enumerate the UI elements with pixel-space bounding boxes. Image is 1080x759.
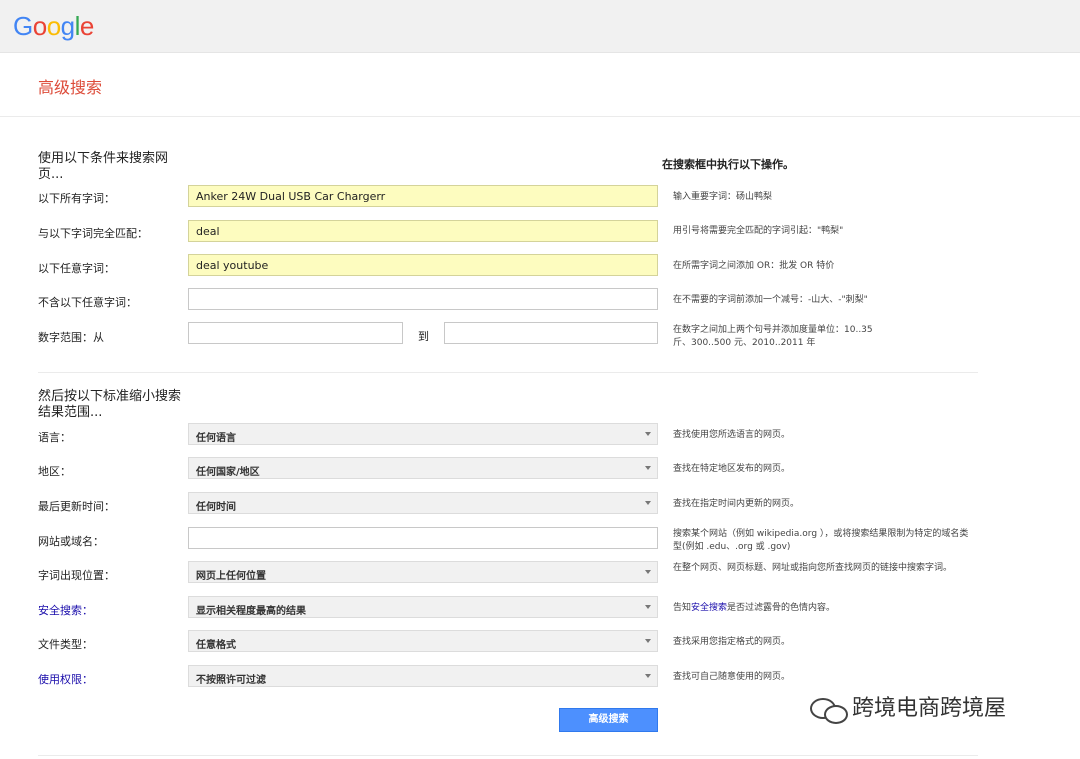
site-hint: 搜索某个网站（例如 wikipedia.org ），或将搜索结果限制为特定的域名…	[673, 529, 969, 552]
rights-select[interactable]: 不按照许可过滤	[188, 665, 658, 687]
position-label: 字词出现位置：	[38, 569, 115, 582]
filetype-hint: 查找采用您指定格式的网页。	[673, 637, 791, 647]
site-input[interactable]	[188, 527, 658, 549]
dropdown-arrow-icon	[645, 639, 651, 643]
safesearch-select[interactable]: 显示相关程度最高的结果	[188, 596, 658, 618]
position-select[interactable]: 网页上任何位置	[188, 561, 658, 583]
advanced-search-button[interactable]: 高级搜索	[559, 708, 658, 732]
any-words-input[interactable]	[188, 254, 658, 276]
any-words-label: 以下任意字词：	[38, 262, 115, 275]
safesearch-hint-post: 是否过滤露骨的色情内容。	[727, 603, 836, 613]
all-words-hint: 输入重要字词：砀山鸭梨	[673, 192, 773, 202]
all-words-input[interactable]	[188, 185, 658, 207]
region-select-value: 任何国家/地区	[196, 467, 260, 478]
exact-hint: 用引号将需要完全匹配的字词引起："鸭梨"	[673, 226, 844, 236]
range-to-input[interactable]	[444, 322, 658, 344]
wechat-icon	[808, 696, 848, 724]
safesearch-select-value: 显示相关程度最高的结果	[196, 606, 306, 617]
position-hint: 在整个网页、网页标题、网址或指向您所查找网页的链接中搜索字词。	[673, 563, 953, 573]
rights-hint: 查找可自己随意使用的网页。	[673, 672, 791, 682]
none-words-input[interactable]	[188, 288, 658, 310]
exact-label: 与以下字词完全匹配：	[38, 227, 148, 240]
dropdown-arrow-icon	[645, 674, 651, 678]
top-bar: Google	[0, 0, 1080, 53]
page-title: 高级搜索	[38, 78, 103, 97]
bottom-divider	[38, 755, 978, 756]
logo-letter: g	[60, 11, 75, 41]
region-hint: 查找在特定地区发布的网页。	[673, 464, 791, 474]
none-words-hint: 在不需要的字词前添加一个减号：-山大、-"刺梨"	[673, 295, 868, 305]
safesearch-hint-link[interactable]: 安全搜索	[691, 603, 727, 613]
language-label: 语言：	[38, 431, 71, 444]
rights-label[interactable]: 使用权限：	[38, 671, 93, 687]
range-to-label: 到	[418, 330, 429, 343]
logo-letter: o	[46, 11, 61, 41]
filetype-label: 文件类型：	[38, 638, 93, 651]
title-area: 高级搜索	[0, 53, 1080, 117]
exact-input[interactable]	[188, 220, 658, 242]
language-select-value: 任何语言	[196, 433, 236, 444]
safesearch-hint-pre: 告知	[673, 603, 692, 613]
dropdown-arrow-icon	[645, 432, 651, 436]
dropdown-arrow-icon	[645, 466, 651, 470]
safesearch-hint: 告知安全搜索是否过滤露骨的色情内容。	[673, 602, 973, 615]
none-words-label: 不含以下任意字词：	[38, 296, 137, 309]
updated-select-value: 任何时间	[196, 502, 236, 513]
language-select[interactable]: 任何语言	[188, 423, 658, 445]
range-hint: 在数字之间加上两个句号并添加度量单位：10..35 斤、300..500 元、2…	[673, 325, 873, 348]
all-words-label: 以下所有字词：	[38, 192, 115, 205]
watermark-text: 跨境电商跨境屋	[852, 696, 1007, 721]
section2-heading: 然后按以下标准缩小搜索结果范围...	[38, 389, 182, 420]
updated-label: 最后更新时间：	[38, 500, 115, 513]
region-select[interactable]: 任何国家/地区	[188, 457, 658, 479]
logo-letter: e	[79, 11, 94, 41]
watermark: 跨境电商跨境屋	[808, 690, 1007, 724]
position-select-value: 网页上任何位置	[196, 571, 266, 582]
any-words-hint: 在所需字词之间添加 OR：批发 OR 特价	[673, 261, 835, 271]
section1-heading: 使用以下条件来搜索网页...	[38, 151, 169, 182]
updated-select[interactable]: 任何时间	[188, 492, 658, 514]
site-label: 网站或域名：	[38, 535, 104, 548]
google-logo[interactable]: Google	[13, 11, 94, 42]
logo-letter: o	[32, 11, 47, 41]
safesearch-label[interactable]: 安全搜索：	[38, 602, 93, 618]
language-hint: 查找使用您所选语言的网页。	[673, 430, 791, 440]
logo-letter: G	[13, 11, 33, 41]
updated-hint: 查找在指定时间内更新的网页。	[673, 499, 800, 509]
region-label: 地区：	[38, 465, 71, 478]
filetype-select[interactable]: 任意格式	[188, 630, 658, 652]
section-divider	[38, 372, 978, 373]
dropdown-arrow-icon	[645, 501, 651, 505]
dropdown-arrow-icon	[645, 605, 651, 609]
dropdown-arrow-icon	[645, 570, 651, 574]
range-label: 数字范围：从	[38, 331, 104, 344]
rights-select-value: 不按照许可过滤	[196, 675, 266, 686]
section1-hint-heading: 在搜索框中执行以下操作。	[662, 158, 794, 171]
filetype-select-value: 任意格式	[196, 640, 236, 651]
range-from-input[interactable]	[188, 322, 403, 344]
